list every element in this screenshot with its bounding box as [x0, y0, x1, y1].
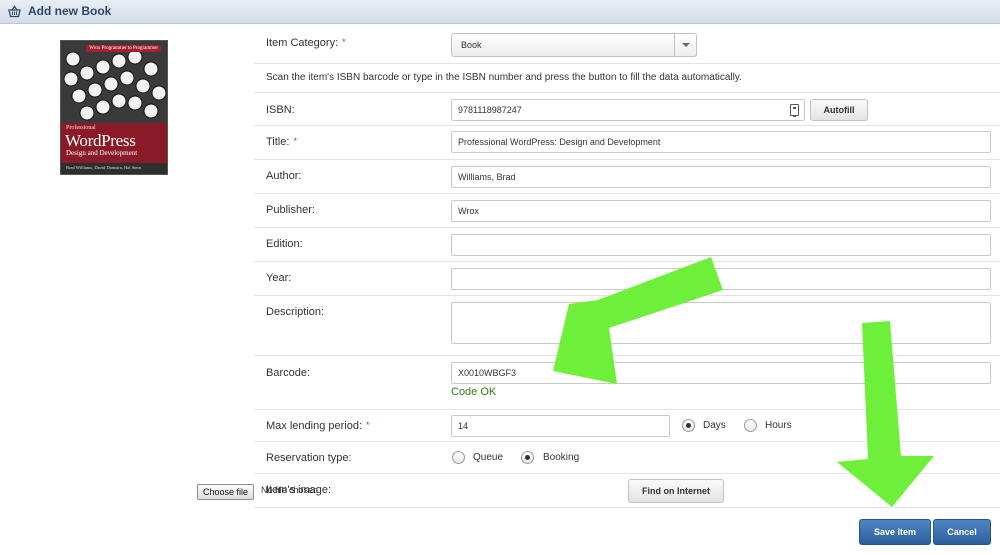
cancel-button[interactable]: Cancel: [933, 519, 991, 545]
barcode-row: Barcode: X0010WBGF3: [254, 356, 1000, 410]
isbn-row: ISBN: 9781118987247 Autofill: [254, 92, 1000, 126]
year-row: Year:: [254, 262, 1000, 296]
booking-radio-label: Booking: [543, 452, 580, 463]
description-label: Description:: [266, 306, 325, 318]
typewriter-keys-art: [61, 41, 167, 126]
cover-title: WordPress: [65, 131, 136, 150]
days-radio[interactable]: [682, 419, 695, 432]
reservation-row: Reservation type: Queue Booking: [254, 442, 1000, 474]
edition-input[interactable]: [451, 234, 991, 256]
required-mark: *: [366, 420, 370, 430]
title-row: Title: * Professional WordPress: Design a…: [254, 126, 1000, 160]
barcode-label: Barcode:: [266, 367, 311, 379]
book-cover-image: Wrox Programmer to Programmer Profession…: [60, 40, 168, 175]
chevron-down-icon[interactable]: [674, 34, 696, 56]
hours-radio-label: Hours: [765, 420, 792, 431]
item-category-value: Book: [461, 40, 482, 50]
edition-label: Edition:: [266, 238, 303, 250]
booking-radio[interactable]: [521, 451, 534, 464]
barcode-input[interactable]: X0010WBGF3: [451, 362, 991, 384]
publisher-label: Publisher:: [266, 204, 315, 216]
hours-radio[interactable]: [744, 419, 757, 432]
item-category-select[interactable]: Book: [451, 33, 697, 57]
required-mark: *: [293, 136, 297, 146]
barcode-status: Code OK: [451, 386, 497, 398]
lending-period-input[interactable]: 14: [451, 415, 670, 437]
year-input[interactable]: [451, 268, 991, 290]
barcode-scan-icon[interactable]: [790, 104, 799, 117]
year-label: Year:: [266, 272, 292, 284]
basket-icon: [8, 5, 21, 18]
title-bar: Add new Book: [0, 0, 1000, 24]
reservation-label: Reservation type:: [266, 452, 352, 464]
cover-series-badge: Wrox Programmer to Programmer: [86, 45, 161, 52]
save-item-button[interactable]: Save Item: [859, 519, 931, 545]
category-label: Item Category: *: [266, 37, 346, 49]
autofill-button[interactable]: Autofill: [810, 99, 868, 121]
image-row: Item's image: Find on Internet: [254, 474, 1000, 508]
title-label: Title: *: [266, 136, 297, 148]
publisher-row: Publisher: Wrox: [254, 194, 1000, 228]
isbn-label: ISBN:: [266, 104, 295, 116]
cover-subtitle: Design and Development: [66, 149, 138, 157]
days-radio-label: Days: [703, 420, 726, 431]
author-label: Author:: [266, 170, 302, 182]
choose-file-button[interactable]: Choose file: [197, 484, 255, 500]
author-input[interactable]: Williams, Brad: [451, 166, 991, 188]
isbn-input[interactable]: 9781118987247: [451, 99, 805, 121]
required-mark: *: [342, 37, 346, 47]
scan-hint-text: Scan the item's ISBN barcode or type in …: [266, 72, 742, 83]
window-title: Add new Book: [28, 4, 112, 18]
author-row: Author: Williams, Brad: [254, 160, 1000, 194]
edition-row: Edition:: [254, 228, 1000, 262]
queue-radio-label: Queue: [473, 452, 504, 463]
description-textarea[interactable]: [451, 302, 991, 344]
cover-authors: Brad Williams, David Damstra, Hal Stern: [66, 165, 142, 170]
no-file-chosen-text: No file chosen: [261, 485, 319, 495]
lending-label: Max lending period: *: [266, 420, 370, 432]
publisher-input[interactable]: Wrox: [451, 200, 991, 222]
isbn-value: 9781118987247: [458, 105, 522, 115]
title-input[interactable]: Professional WordPress: Design and Devel…: [451, 131, 991, 153]
find-on-internet-button[interactable]: Find on Internet: [628, 479, 724, 503]
lending-row: Max lending period: * 14 Days Hours: [254, 410, 1000, 442]
category-row: Item Category: * Book: [254, 28, 1000, 64]
queue-radio[interactable]: [452, 451, 465, 464]
description-row: Description:: [254, 296, 1000, 356]
